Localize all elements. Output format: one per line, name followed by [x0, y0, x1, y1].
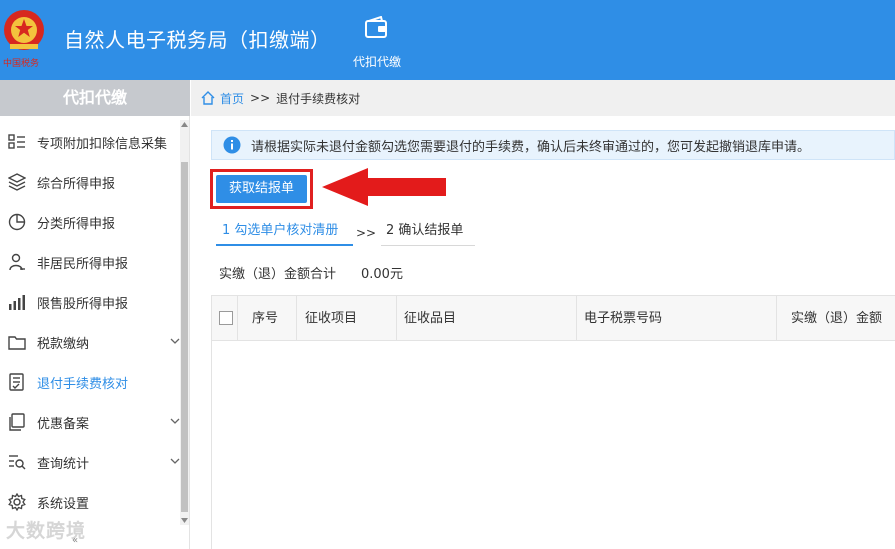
sidebar-item-query-statistics[interactable]: 查询统计: [0, 442, 180, 482]
select-all-cell: [212, 296, 238, 341]
document-check-icon: [9, 373, 24, 391]
chevron-down-icon[interactable]: [170, 456, 180, 466]
wallet-icon: [365, 16, 387, 38]
sidebar-item-label: 退付手续费核对: [37, 376, 129, 392]
scroll-down-icon[interactable]: [180, 516, 189, 525]
national-emblem-icon: 中国税务: [3, 10, 44, 68]
sidebar-menu: 专项附加扣除信息采集 综合所得申报 分类所得申报 非居民所得申报 限售股所得申报…: [0, 122, 180, 522]
app-header: 中国税务 自然人电子税务局（扣缴端） 代扣代缴: [0, 0, 895, 80]
gear-icon: [8, 493, 26, 511]
column-header-tax-item: 征收项目: [297, 296, 397, 341]
nav-withholding-label: 代扣代缴: [352, 55, 401, 69]
info-icon: [223, 136, 241, 154]
sidebar-item-label: 优惠备案: [37, 416, 90, 432]
sidebar-item-label: 税款缴纳: [37, 336, 90, 352]
copy-icon: [9, 413, 25, 431]
column-header-e-ticket-number: 电子税票号码: [577, 296, 777, 341]
bar-chart-icon: [9, 295, 25, 310]
sidebar-item-restricted-shares[interactable]: 限售股所得申报: [0, 282, 180, 322]
column-header-tax-category: 征收品目: [397, 296, 577, 341]
chevron-down-icon[interactable]: [170, 416, 180, 426]
breadcrumb: 首页 >> 退付手续费核对: [191, 80, 895, 116]
step-confirm-settlement[interactable]: 2 确认结报单: [381, 220, 475, 246]
sidebar-item-label: 非居民所得申报: [37, 256, 129, 272]
sidebar-item-classified-income[interactable]: 分类所得申报: [0, 202, 180, 242]
fetch-settlement-button[interactable]: 获取结报单: [216, 175, 307, 203]
sidebar-item-special-deduction[interactable]: 专项附加扣除信息采集: [0, 122, 180, 162]
sidebar-item-label: 查询统计: [37, 456, 90, 472]
sidebar-item-label: 综合所得申报: [37, 176, 116, 192]
red-arrow-icon: [322, 168, 446, 206]
home-icon[interactable]: [200, 90, 216, 106]
column-header-paid-amount: 实缴（退）金额: [791, 311, 883, 326]
column-header-index: 序号: [238, 296, 297, 341]
sidebar-item-nonresident-income[interactable]: 非居民所得申报: [0, 242, 180, 282]
layers-icon: [8, 173, 26, 191]
scroll-up-icon[interactable]: [180, 120, 189, 129]
step-select-checklist[interactable]: 1 勾选单户核对清册: [216, 220, 353, 246]
select-all-checkbox[interactable]: [219, 311, 233, 325]
summary-value: 0.00元: [361, 267, 403, 282]
sidebar-item-label: 专项附加扣除信息采集: [37, 136, 168, 152]
sidebar-item-comprehensive-income[interactable]: 综合所得申报: [0, 162, 180, 202]
table-header: 序号 征收项目 征收品目 电子税票号码 实缴（退）金额: [212, 295, 895, 341]
data-table: 序号 征收项目 征收品目 电子税票号码 实缴（退）金额: [211, 295, 895, 549]
sidebar-item-label: 限售股所得申报: [37, 296, 129, 312]
chevron-down-icon[interactable]: [170, 336, 180, 346]
sidebar: 代扣代缴 专项附加扣除信息采集 综合所得申报 分类所得申报 非居民所得申报 限售…: [0, 80, 190, 549]
list-icon: [8, 134, 25, 149]
info-notice: 请根据实际未退付金额勾选您需要退付的手续费，确认后未终审通过的，您可发起撤销退库…: [211, 130, 895, 160]
breadcrumb-separator: >>: [250, 91, 271, 105]
breadcrumb-current: 退付手续费核对: [276, 91, 361, 106]
svg-text:中国税务: 中国税务: [3, 57, 39, 68]
sidebar-item-label: 分类所得申报: [37, 216, 116, 232]
sidebar-item-preferential-filing[interactable]: 优惠备案: [0, 402, 180, 442]
scrollbar-thumb[interactable]: [181, 162, 188, 512]
sidebar-scrollbar[interactable]: [180, 120, 189, 525]
breadcrumb-home-link[interactable]: 首页: [220, 90, 244, 107]
folder-icon: [8, 336, 26, 350]
summary-label: 实缴（退）金额合计: [219, 267, 337, 282]
search-list-icon: [9, 455, 26, 470]
sidebar-item-fee-refund-check[interactable]: 退付手续费核对: [0, 362, 180, 402]
person-icon: [9, 253, 25, 271]
step-separator: >>: [356, 226, 377, 240]
sidebar-title: 代扣代缴: [0, 80, 190, 116]
notice-text: 请根据实际未退付金额勾选您需要退付的手续费，确认后未终审通过的，您可发起撤销退库…: [251, 139, 811, 155]
nav-withholding[interactable]: 代扣代缴: [338, 0, 416, 80]
app-title: 自然人电子税务局（扣缴端）: [64, 28, 331, 52]
pie-icon: [8, 213, 26, 231]
sidebar-item-tax-payment[interactable]: 税款缴纳: [0, 322, 180, 362]
sidebar-collapse-button[interactable]: «: [72, 535, 78, 546]
sidebar-item-label: 系统设置: [37, 496, 90, 512]
